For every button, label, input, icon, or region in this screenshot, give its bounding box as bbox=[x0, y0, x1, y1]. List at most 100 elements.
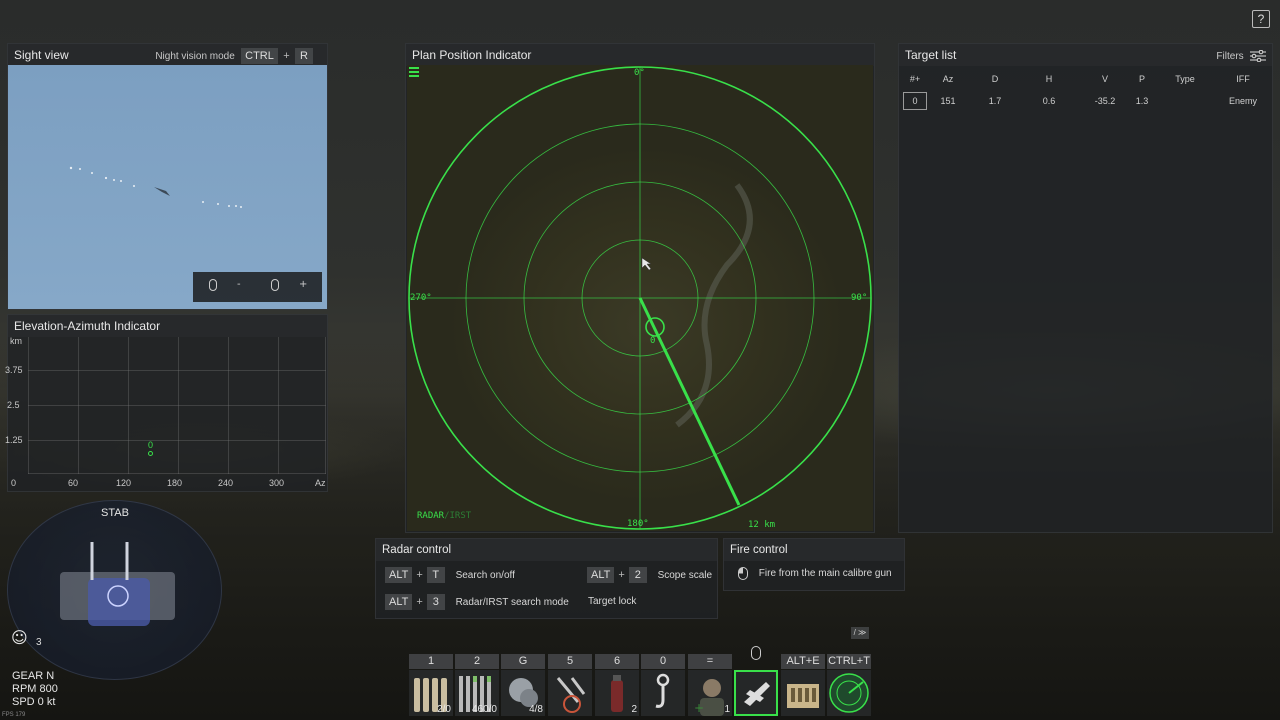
slot-hotkey: 0 bbox=[641, 654, 685, 669]
eai-y-tick: 1.25 bbox=[5, 435, 23, 445]
slot-hotkey: CTRL+T bbox=[827, 654, 871, 669]
eai-x-tick: 0 bbox=[11, 478, 17, 488]
speed-readout: SPD 0 kt bbox=[12, 696, 56, 708]
action-slot-crew[interactable]: = +1 bbox=[688, 654, 732, 716]
slot-hotkey: 6 bbox=[595, 654, 639, 669]
filters-label: Filters bbox=[1216, 51, 1244, 62]
hook-icon bbox=[655, 673, 670, 708]
night-vision-key-r: R bbox=[295, 48, 313, 64]
ppi-header: Plan Position Indicator bbox=[406, 44, 874, 66]
zoom-plus[interactable]: + bbox=[299, 279, 307, 290]
search-mode-control[interactable]: ALT +3 Radar/IRST search mode bbox=[385, 594, 569, 610]
search-mode-label: Radar/IRST search mode bbox=[455, 597, 569, 608]
eai-y-unit: km bbox=[10, 336, 22, 346]
fire-main-gun-control[interactable]: Fire from the main calibre gun bbox=[738, 567, 892, 580]
action-slot-radar[interactable]: CTRL+T bbox=[827, 654, 871, 716]
action-slot-smoke[interactable]: G 4/8 bbox=[501, 654, 545, 716]
supply-box-icon bbox=[787, 684, 819, 708]
slot-hotkey: 2 bbox=[455, 654, 499, 669]
ppi-title: Plan Position Indicator bbox=[412, 48, 532, 62]
col-h: H bbox=[1045, 74, 1053, 84]
action-slot-machine-gun[interactable]: 2 460/0 bbox=[455, 654, 499, 716]
target-az: 151 bbox=[940, 96, 956, 106]
plus-sign: + bbox=[416, 569, 423, 581]
target-type bbox=[1151, 86, 1219, 110]
plus-sign: + bbox=[283, 50, 290, 62]
target-h: 0.6 bbox=[1042, 96, 1056, 106]
rpm-readout: RPM 800 bbox=[12, 683, 58, 695]
scope-scale-control[interactable]: ALT +2 Scope scale bbox=[587, 567, 712, 583]
target-list-panel: Target list Filters #+ Az D H V P Type I… bbox=[898, 43, 1273, 533]
eai-x-unit: Az bbox=[315, 478, 326, 488]
action-slot-extinguisher[interactable]: 6 2 bbox=[595, 654, 639, 716]
eai-x-tick: 120 bbox=[116, 478, 132, 488]
gear-readout: GEAR N bbox=[12, 670, 55, 682]
zoom-minus[interactable]: - bbox=[237, 279, 241, 290]
radar-search-label: Search on/off bbox=[455, 570, 515, 581]
ppi-west-label: 270° bbox=[410, 293, 432, 303]
filters-button[interactable]: Filters bbox=[1216, 44, 1266, 68]
slot-hotkey: = bbox=[688, 654, 732, 669]
night-vision-key-ctrl: CTRL bbox=[241, 48, 278, 64]
slot-count: 2/0 bbox=[437, 704, 451, 715]
col-id: #+ bbox=[909, 74, 921, 84]
ppi-scope: 0 bbox=[408, 66, 872, 530]
col-type: Type bbox=[1175, 74, 1195, 84]
action-slot-supply[interactable]: ALT+E bbox=[781, 654, 825, 716]
slot-hotkey: 5 bbox=[548, 654, 592, 669]
eai-x-tick: 300 bbox=[269, 478, 285, 488]
col-d: D bbox=[991, 74, 999, 84]
river bbox=[675, 183, 753, 428]
eai-y-tick: 2.5 bbox=[7, 400, 20, 410]
aircraft-silhouette bbox=[154, 187, 170, 196]
radar-search-toggle[interactable]: ALT + T Search on/off bbox=[385, 567, 515, 583]
col-v: V bbox=[1101, 74, 1108, 84]
col-iff: IFF bbox=[1236, 74, 1250, 84]
ppi-range-label: 12 km bbox=[748, 520, 776, 530]
target-d: 1.7 bbox=[988, 96, 1002, 106]
col-az: Az bbox=[942, 74, 954, 84]
ppi-north-label: 0° bbox=[634, 68, 645, 78]
key-2: 2 bbox=[628, 567, 647, 583]
action-slot-hook[interactable]: 0 bbox=[641, 654, 685, 716]
radar-sweep-line bbox=[638, 297, 741, 506]
sight-view-title: Sight view bbox=[14, 48, 69, 62]
eai-y-tick: 3.75 bbox=[5, 365, 23, 375]
target-lock-label: Target lock bbox=[588, 596, 637, 607]
ppi-mode[interactable]: RADAR/IRST bbox=[417, 511, 471, 521]
target-v: -35.2 bbox=[1094, 96, 1116, 106]
fire-main-gun-label: Fire from the main calibre gun bbox=[758, 568, 892, 580]
ppi-target-label: 0 bbox=[650, 336, 655, 346]
table-row[interactable]: 0 151 1.7 0.6 -35.2 1.3 Enemy bbox=[903, 86, 1267, 110]
action-slot-aircraft[interactable] bbox=[734, 654, 778, 716]
slot-hotkey: G bbox=[501, 654, 545, 669]
crew-count: 3 bbox=[36, 637, 42, 648]
mouse-wheel-down-icon[interactable] bbox=[209, 279, 217, 291]
plus-sign: + bbox=[618, 569, 625, 581]
aircraft-icon bbox=[744, 682, 770, 706]
mouse-wheel-up-icon[interactable] bbox=[271, 279, 279, 291]
plus-sign: + bbox=[416, 596, 423, 608]
eai-target-marker bbox=[148, 451, 153, 456]
vehicle-readout: GEAR N RPM 800 SPD 0 kt bbox=[12, 670, 58, 709]
action-bar-collapse-button[interactable]: / ≫ bbox=[851, 627, 869, 639]
key-t: T bbox=[426, 567, 445, 583]
help-button[interactable]: ? bbox=[1252, 10, 1270, 28]
fire-control-panel: Fire control bbox=[723, 538, 905, 591]
tank-silhouette-icon bbox=[60, 542, 175, 626]
scope-scale-label: Scope scale bbox=[657, 570, 713, 581]
action-slot-tools[interactable]: 5 bbox=[548, 654, 592, 716]
fire-control-title: Fire control bbox=[730, 544, 788, 556]
eai-x-tick: 240 bbox=[218, 478, 234, 488]
eai-x-tick: 60 bbox=[68, 478, 79, 488]
target-id[interactable]: 0 bbox=[903, 92, 927, 110]
ppi-east-label: 90° bbox=[851, 293, 868, 303]
fps-counter: FPS 179 bbox=[2, 712, 26, 718]
target-lock-control[interactable]: Target lock bbox=[588, 596, 636, 607]
eai-title: Elevation-Azimuth Indicator bbox=[14, 319, 161, 333]
action-slot-main-shell[interactable]: 1 2/0 bbox=[409, 654, 453, 716]
mouse-left-click-icon bbox=[738, 567, 748, 580]
ppi-map: 0 bbox=[407, 65, 873, 531]
sight-zoom-controls: - + bbox=[193, 272, 322, 302]
target-iff: Enemy bbox=[1228, 96, 1257, 106]
